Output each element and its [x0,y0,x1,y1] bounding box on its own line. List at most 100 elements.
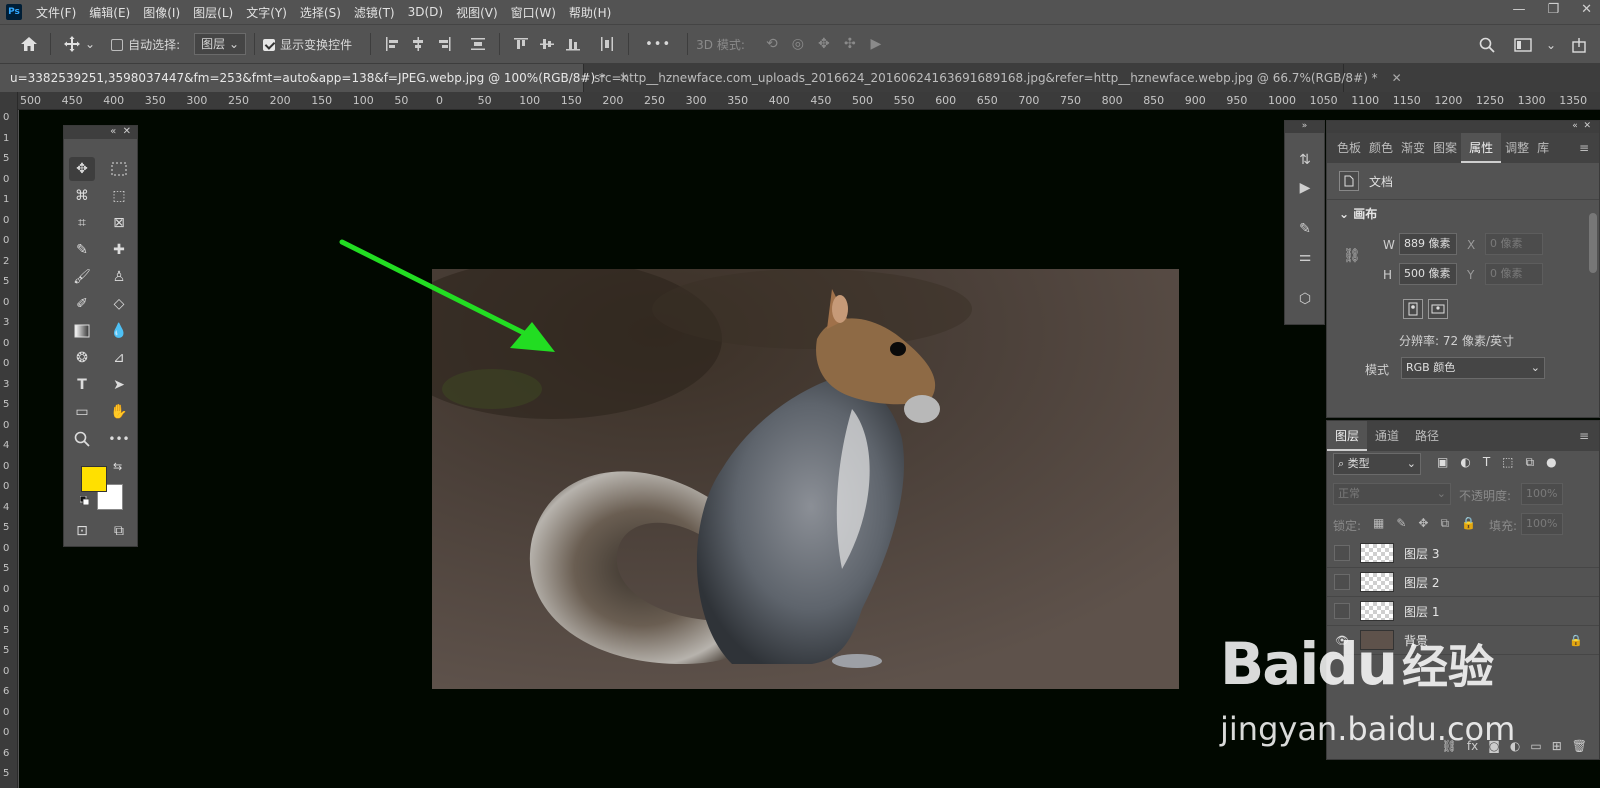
document-tab[interactable]: src=http__hznewface.com_uploads_2016624_… [584,64,1402,92]
opacity-field[interactable]: 100% [1521,483,1563,505]
default-colors-icon[interactable] [79,494,90,506]
fill-field[interactable]: 100% [1521,513,1563,535]
menu-type[interactable]: 文字(Y) [246,4,287,21]
vertical-ruler[interactable]: 0 1 5 0 1 0 0 2 5 0 3 0 0 3 5 0 4 0 0 4 5 0 5 0 0 5 5 0 6 0 0 6 5 [0,92,18,788]
auto-select-target-dropdown[interactable]: 图层 ⌄ [194,33,247,55]
panel-menu-icon[interactable]: ≡ [1575,133,1593,163]
swap-colors-icon[interactable]: ⇆ [113,460,122,473]
expand-panels-icon[interactable]: » [1285,121,1324,133]
tab-channels[interactable]: 通道 [1367,421,1407,451]
panel-header[interactable]: « ✕ [1327,121,1599,133]
filter-smart-object-icon[interactable]: ⧉ [1526,455,1535,470]
align-right-icon[interactable] [431,31,457,57]
close-window-button[interactable]: ✕ [1581,2,1592,17]
align-top-icon[interactable] [508,31,534,57]
y-field[interactable]: 0 像素 [1485,263,1543,285]
visibility-toggle-icon[interactable] [1334,545,1350,561]
layer-filter-dropdown[interactable]: ⌕ 类型 ⌄ [1333,453,1421,475]
align-middle-icon[interactable] [534,31,560,57]
document-tab-active[interactable]: u=3382539251,3598037447&fm=253&fmt=auto&… [0,64,629,92]
quick-mask-icon[interactable]: ⊡ [69,519,95,543]
layer-row[interactable]: 图层 2 [1327,568,1599,597]
rectangle-tool-icon[interactable]: ▭ [69,400,95,424]
chevron-down-icon[interactable]: ⌄ [85,37,95,51]
lock-image-icon[interactable]: ✎ [1396,516,1406,531]
landscape-orientation-icon[interactable] [1428,299,1448,319]
menu-help[interactable]: 帮助(H) [569,4,611,21]
minimize-button[interactable]: — [1512,2,1525,17]
hand-tool-icon[interactable]: ✋ [106,400,132,424]
x-field[interactable]: 0 像素 [1485,233,1543,255]
align-center-icon[interactable] [405,31,431,57]
menu-view[interactable]: 视图(V) [456,4,498,21]
tab-color[interactable]: 颜色 [1365,133,1397,163]
history-brush-tool-icon[interactable]: ✐ [69,292,95,316]
blend-mode-dropdown[interactable]: 正常 ⌄ [1333,483,1451,505]
menu-layer[interactable]: 图层(L) [193,4,233,21]
lock-position-icon[interactable]: ✥ [1418,516,1428,531]
tools-panel-header[interactable]: « ✕ [64,126,137,139]
mode-dropdown[interactable]: RGB 颜色 ⌄ [1401,357,1545,379]
stamp-tool-icon[interactable]: ♙ [106,265,132,289]
tab-libraries[interactable]: 库 [1533,133,1553,163]
3d-camera-icon[interactable]: ▶ [863,31,889,57]
path-select-tool-icon[interactable]: ➤ [106,373,132,397]
scrollbar-thumb[interactable] [1589,213,1597,273]
menu-file[interactable]: 文件(F) [36,4,76,21]
foreground-color-swatch[interactable] [81,466,107,492]
link-icon[interactable]: ⛓ [1343,248,1361,264]
canvas-section-header[interactable]: ⌄ 画布 [1339,205,1377,222]
move-tool-icon[interactable] [59,31,85,57]
history-panel-icon[interactable]: ⇅ [1292,147,1318,173]
gradient-tool-icon[interactable] [69,319,95,343]
lock-all-icon[interactable]: 🔒 [1461,516,1476,531]
tab-paths[interactable]: 路径 [1407,421,1447,451]
dodge-tool-icon[interactable]: ❂ [69,346,95,370]
eraser-tool-icon[interactable]: ◇ [106,292,132,316]
move-tool-icon[interactable]: ✥ [69,157,95,181]
auto-select-checkbox[interactable]: 自动选择: [111,36,180,53]
3d-pan-icon[interactable]: ✥ [811,31,837,57]
menu-edit[interactable]: 编辑(E) [89,4,130,21]
layer-row[interactable]: 图层 1 [1327,597,1599,626]
visibility-toggle-icon[interactable] [1334,603,1350,619]
height-field[interactable]: 500 像素 [1399,263,1457,285]
workspace-icon[interactable] [1510,32,1536,58]
filter-type-icon[interactable]: T [1483,455,1490,470]
share-icon[interactable] [1566,32,1592,58]
tab-layers[interactable]: 图层 [1327,421,1368,451]
adjustments-icon[interactable]: ⚌ [1292,244,1318,270]
filter-adjustment-icon[interactable]: ◐ [1460,455,1470,470]
delete-layer-icon[interactable]: 🗑 [1572,739,1587,753]
3d-roll-icon[interactable]: ◎ [785,31,811,57]
width-field[interactable]: 889 像素 [1399,233,1457,255]
align-bottom-icon[interactable] [560,31,586,57]
crop-tool-icon[interactable]: ⌗ [69,211,95,235]
menu-image[interactable]: 图像(I) [143,4,180,21]
more-options-button[interactable]: ••• [645,37,671,52]
portrait-orientation-icon[interactable] [1403,299,1423,319]
brush-tool-icon[interactable]: 🖌 [69,265,95,289]
tab-properties[interactable]: 属性 [1461,133,1502,163]
type-tool-icon[interactable]: T [69,373,95,397]
menu-select[interactable]: 选择(S) [300,4,341,21]
blur-tool-icon[interactable]: 💧 [106,319,132,343]
close-icon[interactable]: ✕ [1392,71,1402,85]
more-tools-icon[interactable]: ••• [106,427,132,451]
lasso-tool-icon[interactable]: ⌘ [69,184,95,208]
eyedropper-tool-icon[interactable]: ✎ [69,238,95,262]
filter-shape-icon[interactable]: ⬚ [1502,455,1513,470]
frame-tool-icon[interactable]: ⊠ [106,211,132,235]
restore-button[interactable]: ❐ [1547,2,1559,17]
3d-slide-icon[interactable]: ✣ [837,31,863,57]
visibility-toggle-icon[interactable] [1334,574,1350,590]
horizontal-ruler[interactable]: 500 450 400 350 300 250 200 150 100 50 0 50 100 150 20… [18,92,1600,110]
3d-panel-icon[interactable]: ⬡ [1292,286,1318,312]
layer-row[interactable]: 图层 3 [1327,539,1599,568]
pen-tool-icon[interactable]: ⊿ [106,346,132,370]
home-icon[interactable] [16,31,42,57]
search-icon[interactable] [1474,32,1500,58]
menu-window[interactable]: 窗口(W) [511,4,556,21]
panel-menu-icon[interactable]: ≡ [1575,421,1593,451]
chevron-down-icon[interactable]: ⌄ [1546,32,1556,58]
